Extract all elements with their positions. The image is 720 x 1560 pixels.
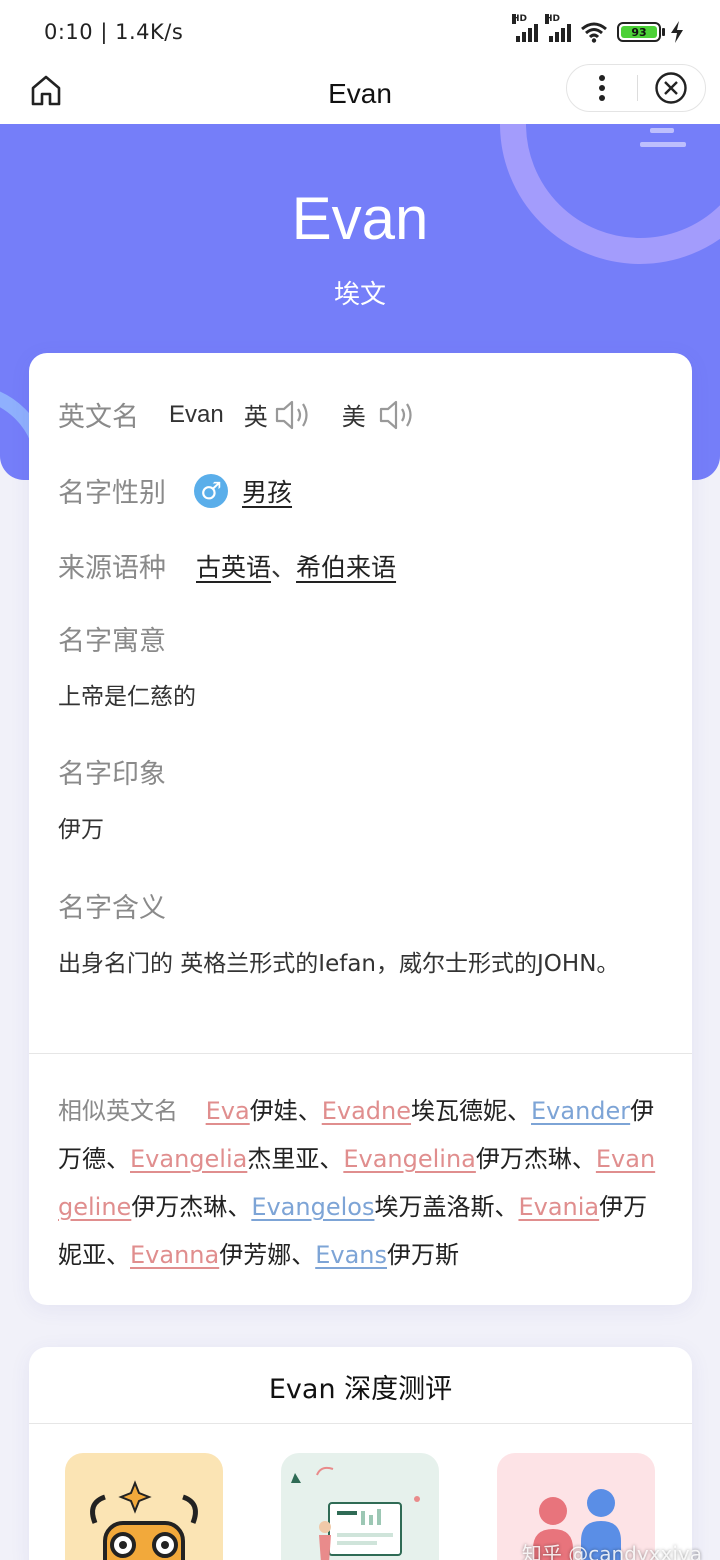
meaning-label-row: 名字寓意 [58,619,166,658]
origin-separator: 、 [271,552,297,582]
similar-name-link[interactable]: Evans [315,1241,387,1269]
origin-link-old-english[interactable]: 古英语 [196,548,271,584]
similar-name-chinese: 伊万斯 [387,1241,459,1269]
impression-label-row: 名字印象 [58,752,166,791]
impression-label: 名字印象 [58,759,166,790]
meaning-label: 名字寓意 [58,626,166,657]
similar-name-chinese: 伊芳娜 [219,1241,292,1269]
battery-level: 93 [621,26,657,39]
similar-names: 相似英文名 Eva伊娃、Evadne埃瓦德妮、Evander伊万德、Evange… [58,1087,668,1279]
english-name-row: 英文名 Evan 英 美 [58,395,416,434]
speaker-us-icon[interactable] [378,398,416,432]
similar-name-chinese: 伊万杰琳 [475,1145,572,1173]
evaluation-divider [29,1423,692,1424]
evaluation-thumb-bull[interactable] [65,1453,223,1560]
similar-name-separator: 、 [297,1097,322,1125]
similar-name-chinese: 杰里亚 [247,1145,320,1173]
us-pronunciation-label: 美 [341,403,366,431]
close-circle-icon[interactable] [638,64,706,112]
page-title: Evan [328,78,392,109]
uk-pronunciation-label: 英 [243,403,268,431]
evaluation-thumb-report[interactable] [281,1453,439,1560]
more-vertical-icon[interactable] [567,64,637,112]
meaning-value: 上帝是仁慈的 [58,684,196,710]
signal-icon: HD [545,14,571,42]
evaluation-title: Evan 深度测评 [268,1374,453,1405]
hero-name: Evan [291,185,429,252]
origin-link-hebrew[interactable]: 希伯来语 [296,548,396,584]
report-illustration-icon [291,1466,420,1560]
gender-link[interactable]: 男孩 [242,473,292,509]
english-name-label: 英文名 [58,402,139,433]
similar-name-link[interactable]: Evander [531,1097,630,1125]
similar-name-link[interactable]: Evangelos [251,1193,374,1221]
origin-label: 来源语种 [58,553,166,584]
status-time: 0:10 | 1.4K/s [44,20,184,44]
definition-value: 出身名门的 英格兰形式的Iefan，威尔士形式的JOHN。 [58,951,620,977]
card-divider [29,1053,692,1054]
gender-label: 名字性别 [58,478,166,509]
nav-bar: Evan [0,64,720,124]
speaker-uk-icon[interactable] [274,398,312,432]
status-bar: 0:10 | 1.4K/s HD HD 93 [0,0,720,64]
definition-label: 名字含义 [58,893,166,924]
similar-name-chinese: 埃万盖洛斯 [374,1193,495,1221]
similar-name-separator: 、 [494,1193,519,1221]
similar-name-link[interactable]: Evangelia [130,1145,247,1173]
hero-chinese-name: 埃文 [333,280,386,310]
similar-name-link[interactable]: Evania [518,1193,599,1221]
battery-icon: 93 [617,22,665,42]
impression-value: 伊万 [58,817,104,843]
similar-name-link[interactable]: Evanna [130,1241,219,1269]
similar-name-link[interactable]: Evadne [322,1097,411,1125]
gender-row: 名字性别 ♂ 男孩 [58,471,292,510]
wifi-icon [581,22,607,43]
decorative-mark-icon [640,128,686,147]
similar-name-separator: 、 [106,1145,130,1173]
similar-name-link[interactable]: Eva [206,1097,250,1125]
similar-name-separator: 、 [507,1097,532,1125]
similar-name-chinese: 伊万杰琳 [131,1193,228,1221]
definition-label-row: 名字含义 [58,886,166,925]
name-info-card: 英文名 Evan 英 美 名字性别 ♂ 男孩 来源语种 古英语 、 希伯来语 名… [29,353,692,1305]
similar-name-separator: 、 [571,1145,596,1173]
status-icons: HD HD 93 [512,14,684,43]
bull-illustration-icon [90,1480,198,1560]
mini-program-capsule [566,64,706,112]
similar-names-label: 相似英文名 [58,1097,178,1125]
male-icon: ♂ [194,473,228,508]
similar-name-chinese: 伊娃 [249,1097,298,1125]
signal-icon: HD [512,14,538,42]
english-name-value: Evan [169,400,224,428]
watermark: 知乎 @candyxxiya [521,1542,702,1560]
similar-name-separator: 、 [227,1193,252,1221]
origin-row: 来源语种 古英语 、 希伯来语 [58,546,396,585]
hd-label: HD [512,14,528,24]
similar-name-chinese: 埃瓦德妮 [411,1097,508,1125]
similar-name-separator: 、 [319,1145,344,1173]
charging-icon [671,21,683,43]
similar-name-link[interactable]: Evangelina [343,1145,476,1173]
similar-name-separator: 、 [291,1241,316,1269]
home-icon[interactable] [28,72,64,108]
hd-label: HD [545,14,561,24]
evaluation-card: Evan 深度测评 [29,1347,692,1560]
similar-name-separator: 、 [106,1241,130,1269]
